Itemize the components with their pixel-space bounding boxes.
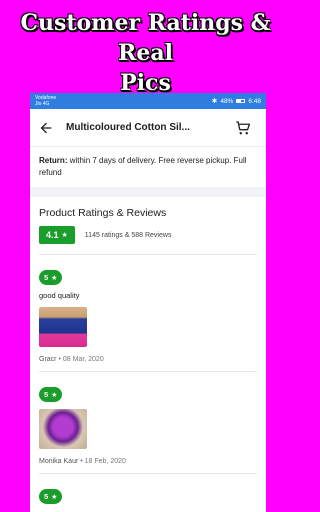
carrier-info: Vodafone Jio 4G (35, 95, 56, 107)
star-icon: ★ (51, 391, 58, 399)
battery-icon (236, 99, 246, 103)
rating-summary: 4.1 ★ 1145 ratings & 588 Reviews (39, 226, 257, 255)
ratings-count: 1145 ratings & 588 Reviews (84, 231, 172, 239)
average-rating-badge: 4.1 ★ (39, 226, 75, 244)
review-rating: 5 (44, 390, 49, 399)
return-label: Return: (39, 156, 68, 165)
product-title: Multicoloured Cotton Sil... (66, 122, 190, 133)
review-rating-badge: 5 ★ (39, 387, 63, 402)
promo-title: Customer Ratings & Real Pics (0, 8, 291, 98)
section-divider (30, 187, 266, 197)
review-item[interactable]: 5 ★ Monika Kaur • 18 Feb, 2020 (39, 372, 257, 474)
review-date: 08 Mar, 2020 (62, 356, 104, 363)
ratings-reviews-section: Product Ratings & Reviews 4.1 ★ 1145 rat… (30, 197, 266, 512)
bluetooth-icon: ✱ (211, 98, 218, 105)
promo-title-line1: Customer Ratings & Real (20, 10, 271, 66)
status-bar: Vodafone Jio 4G ✱ 48% 6:48 (30, 93, 266, 109)
battery-percent: 48% (220, 97, 234, 105)
return-policy: Return: within 7 days of delivery. Free … (30, 147, 266, 187)
review-text: good quality (39, 291, 80, 300)
star-icon: ★ (51, 274, 58, 282)
review-item[interactable]: 5 ★ (39, 474, 257, 512)
review-photo[interactable] (39, 307, 87, 347)
average-rating: 4.1 (46, 230, 59, 240)
back-arrow-icon[interactable] (38, 120, 54, 136)
star-icon: ★ (61, 232, 68, 239)
app-bar: Multicoloured Cotton Sil... (30, 109, 266, 147)
review-meta: Monika Kaur • 18 Feb, 2020 (39, 458, 257, 465)
star-icon: ★ (51, 493, 58, 501)
review-rating-badge: 5 ★ (39, 489, 63, 504)
review-rating: 5 (44, 273, 49, 282)
review-rating: 5 (44, 492, 49, 501)
review-item[interactable]: 5 ★ good quality Gracr • 08 Mar, 2020 (39, 255, 257, 372)
carrier-line2: Jio 4G (35, 101, 50, 107)
return-text: within 7 days of delivery. Free reverse … (39, 156, 247, 177)
status-right: ✱ 48% 6:48 (211, 97, 261, 106)
review-date: 18 Feb, 2020 (84, 458, 126, 465)
phone-screen: Vodafone Jio 4G ✱ 48% 6:48 Multicoloured… (30, 93, 266, 512)
review-photo[interactable] (39, 409, 87, 449)
review-author: Gracr (39, 356, 57, 363)
section-title: Product Ratings & Reviews (39, 207, 167, 219)
review-rating-badge: 5 ★ (39, 270, 63, 285)
clock: 6:48 (248, 97, 261, 105)
cart-icon[interactable] (234, 119, 252, 137)
review-author: Monika Kaur (39, 458, 79, 465)
review-meta: Gracr • 08 Mar, 2020 (39, 356, 257, 363)
